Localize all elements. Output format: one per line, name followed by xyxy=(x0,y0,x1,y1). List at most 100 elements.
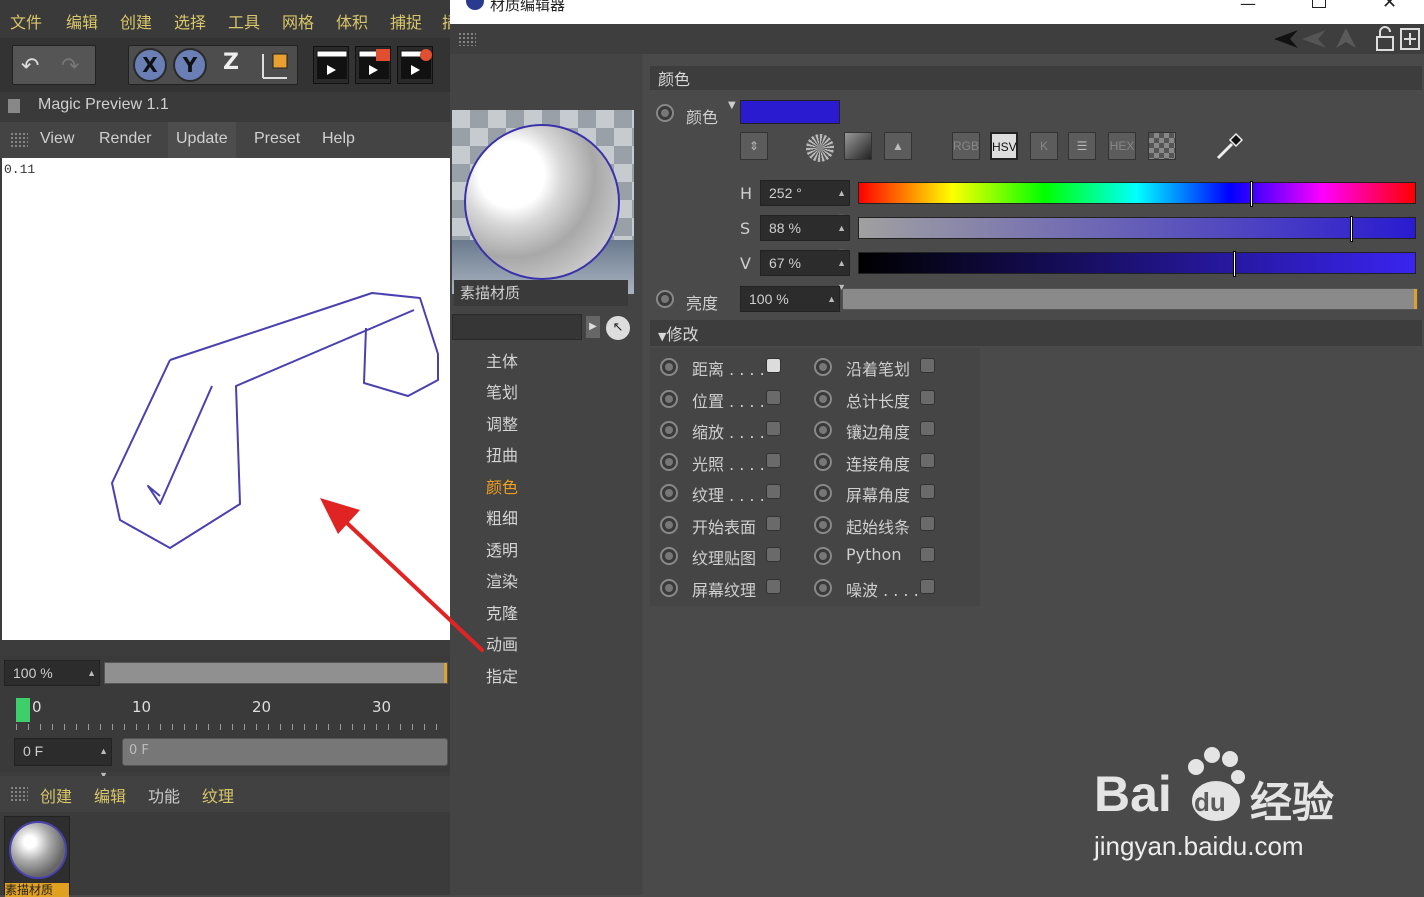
modify-left-animate-radio[interactable] xyxy=(660,421,678,439)
grip-handle-icon[interactable] xyxy=(10,786,28,802)
channel-adjust[interactable]: 调整 xyxy=(486,411,518,435)
timeline-ruler[interactable]: 0 10 20 30 xyxy=(0,690,450,734)
color-wheel-icon[interactable] xyxy=(806,134,834,162)
modify-right-animate-radio[interactable] xyxy=(814,452,832,471)
modify-left-animate-radio[interactable] xyxy=(660,452,678,471)
hue-field[interactable]: 252 °▲▼ xyxy=(760,180,850,222)
lock-y-button[interactable]: Y xyxy=(173,48,207,82)
channel-distort[interactable]: 扭曲 xyxy=(486,442,518,466)
modify-right-checkbox[interactable] xyxy=(920,484,935,499)
modify-left-animate-radio[interactable] xyxy=(660,358,678,376)
modify-left-checkbox[interactable] xyxy=(766,389,781,405)
modify-section-header[interactable]: ▼修改 xyxy=(650,320,1422,346)
modify-right-checkbox[interactable] xyxy=(920,389,935,405)
brightness-animate-radio[interactable] xyxy=(656,290,674,308)
lock-x-button[interactable]: X xyxy=(133,48,167,82)
modify-right-checkbox[interactable] xyxy=(920,421,935,436)
picker-spectrum-icon[interactable]: ⇕ xyxy=(740,132,768,160)
color-animate-radio[interactable] xyxy=(656,104,674,122)
up-arrow-icon[interactable] xyxy=(1334,26,1358,50)
mp-menu-view[interactable]: View xyxy=(40,130,74,148)
new-panel-icon[interactable] xyxy=(1400,28,1420,50)
modify-left-checkbox[interactable] xyxy=(766,484,781,499)
modify-right-checkbox[interactable] xyxy=(920,578,935,594)
menu-tools[interactable]: 工具 xyxy=(228,9,260,33)
modify-left-checkbox[interactable] xyxy=(766,421,781,436)
modify-left-checkbox[interactable] xyxy=(766,578,781,594)
frame-scrubber[interactable]: 0 F xyxy=(122,738,448,766)
render-view-icon[interactable] xyxy=(313,46,349,84)
hsv-mode-button[interactable]: HSV xyxy=(990,132,1018,160)
modify-right-animate-radio[interactable] xyxy=(814,358,832,376)
menu-snap[interactable]: 捕捉 xyxy=(390,9,422,33)
mp-menu-preset[interactable]: Preset xyxy=(254,130,300,148)
menu-file[interactable]: 文件 xyxy=(10,9,42,33)
mp-menu-update[interactable]: Update xyxy=(168,122,236,158)
hue-slider-knob[interactable] xyxy=(1250,181,1253,207)
mat-menu-edit[interactable]: 编辑 xyxy=(94,783,126,807)
value-field[interactable]: 67 % ▲ ▼ xyxy=(760,250,850,292)
rgb-mode-button[interactable]: RGB xyxy=(952,132,980,160)
modify-left-animate-radio[interactable] xyxy=(660,515,678,534)
image-picker-icon[interactable]: ▲ xyxy=(884,132,912,160)
gradient-icon[interactable] xyxy=(844,132,872,160)
zoom-field[interactable]: 100 % ▲▼ xyxy=(4,660,100,702)
channel-search-field[interactable] xyxy=(452,314,582,340)
modify-left-checkbox[interactable] xyxy=(766,452,781,468)
minimize-icon[interactable]: — xyxy=(1240,0,1256,13)
saturation-slider-knob[interactable] xyxy=(1350,216,1353,242)
play-icon[interactable]: ▶ xyxy=(586,316,600,338)
cursor-pick-icon[interactable]: ↖ xyxy=(606,316,630,340)
swatches-icon[interactable] xyxy=(1148,132,1176,160)
modify-left-checkbox[interactable] xyxy=(766,547,781,562)
menu-edit[interactable]: 编辑 xyxy=(66,9,98,33)
material-preview[interactable] xyxy=(452,110,634,294)
mp-menu-help[interactable]: Help xyxy=(322,130,355,148)
modify-right-animate-radio[interactable] xyxy=(814,421,832,439)
playhead[interactable] xyxy=(16,698,30,722)
saturation-slider[interactable] xyxy=(858,216,1416,242)
menu-select[interactable]: 选择 xyxy=(174,9,206,33)
channel-main[interactable]: 主体 xyxy=(486,348,518,372)
saturation-field[interactable]: 88 %▲▼ xyxy=(760,215,850,257)
modify-left-animate-radio[interactable] xyxy=(660,389,678,408)
modify-left-checkbox[interactable] xyxy=(766,358,781,373)
modify-right-animate-radio[interactable] xyxy=(814,578,832,597)
modify-right-animate-radio[interactable] xyxy=(814,547,832,565)
render-picture-queue-icon[interactable] xyxy=(355,46,391,84)
mat-menu-create[interactable]: 创建 xyxy=(40,783,72,807)
grip-handle-icon[interactable] xyxy=(10,132,28,148)
value-slider-knob[interactable] xyxy=(1233,251,1236,277)
mat-menu-function[interactable]: 功能 xyxy=(148,783,180,807)
lock-z-button[interactable]: Z xyxy=(223,50,239,75)
mat-menu-texture[interactable]: 纹理 xyxy=(202,783,234,807)
menu-mesh[interactable]: 网格 xyxy=(282,9,314,33)
mp-menu-render[interactable]: Render xyxy=(99,130,151,148)
kelvin-mode-button[interactable]: K xyxy=(1030,132,1058,160)
modify-left-checkbox[interactable] xyxy=(766,515,781,531)
redo-icon[interactable]: ↷ xyxy=(61,54,79,79)
color-swatch[interactable] xyxy=(740,100,840,124)
hex-mode-button[interactable]: HEX xyxy=(1108,132,1136,160)
modify-left-animate-radio[interactable] xyxy=(660,578,678,597)
brightness-field[interactable]: 100 %▲▼ xyxy=(740,286,840,328)
menu-volume[interactable]: 体积 xyxy=(336,9,368,33)
modify-right-animate-radio[interactable] xyxy=(814,484,832,502)
material-name-field[interactable]: 素描材质 xyxy=(454,280,628,306)
back-arrow-icon[interactable] xyxy=(1272,28,1332,50)
brightness-slider[interactable] xyxy=(842,288,1418,310)
lock-icon[interactable] xyxy=(1374,26,1396,52)
maximize-icon[interactable] xyxy=(1312,0,1326,8)
render-settings-icon[interactable] xyxy=(397,46,433,84)
hue-slider[interactable] xyxy=(858,181,1416,207)
mixer-icon[interactable]: ☰ xyxy=(1068,132,1096,160)
current-frame-field[interactable]: 0 F ▲ ▼ xyxy=(14,738,112,780)
modify-left-animate-radio[interactable] xyxy=(660,547,678,565)
menu-create[interactable]: 创建 xyxy=(120,9,152,33)
dropdown-arrow-icon[interactable]: ▼ xyxy=(728,100,736,111)
modify-right-checkbox[interactable] xyxy=(920,358,935,373)
modify-right-animate-radio[interactable] xyxy=(814,389,832,408)
modify-right-checkbox[interactable] xyxy=(920,515,935,531)
modify-right-animate-radio[interactable] xyxy=(814,515,832,534)
modify-right-checkbox[interactable] xyxy=(920,547,935,562)
